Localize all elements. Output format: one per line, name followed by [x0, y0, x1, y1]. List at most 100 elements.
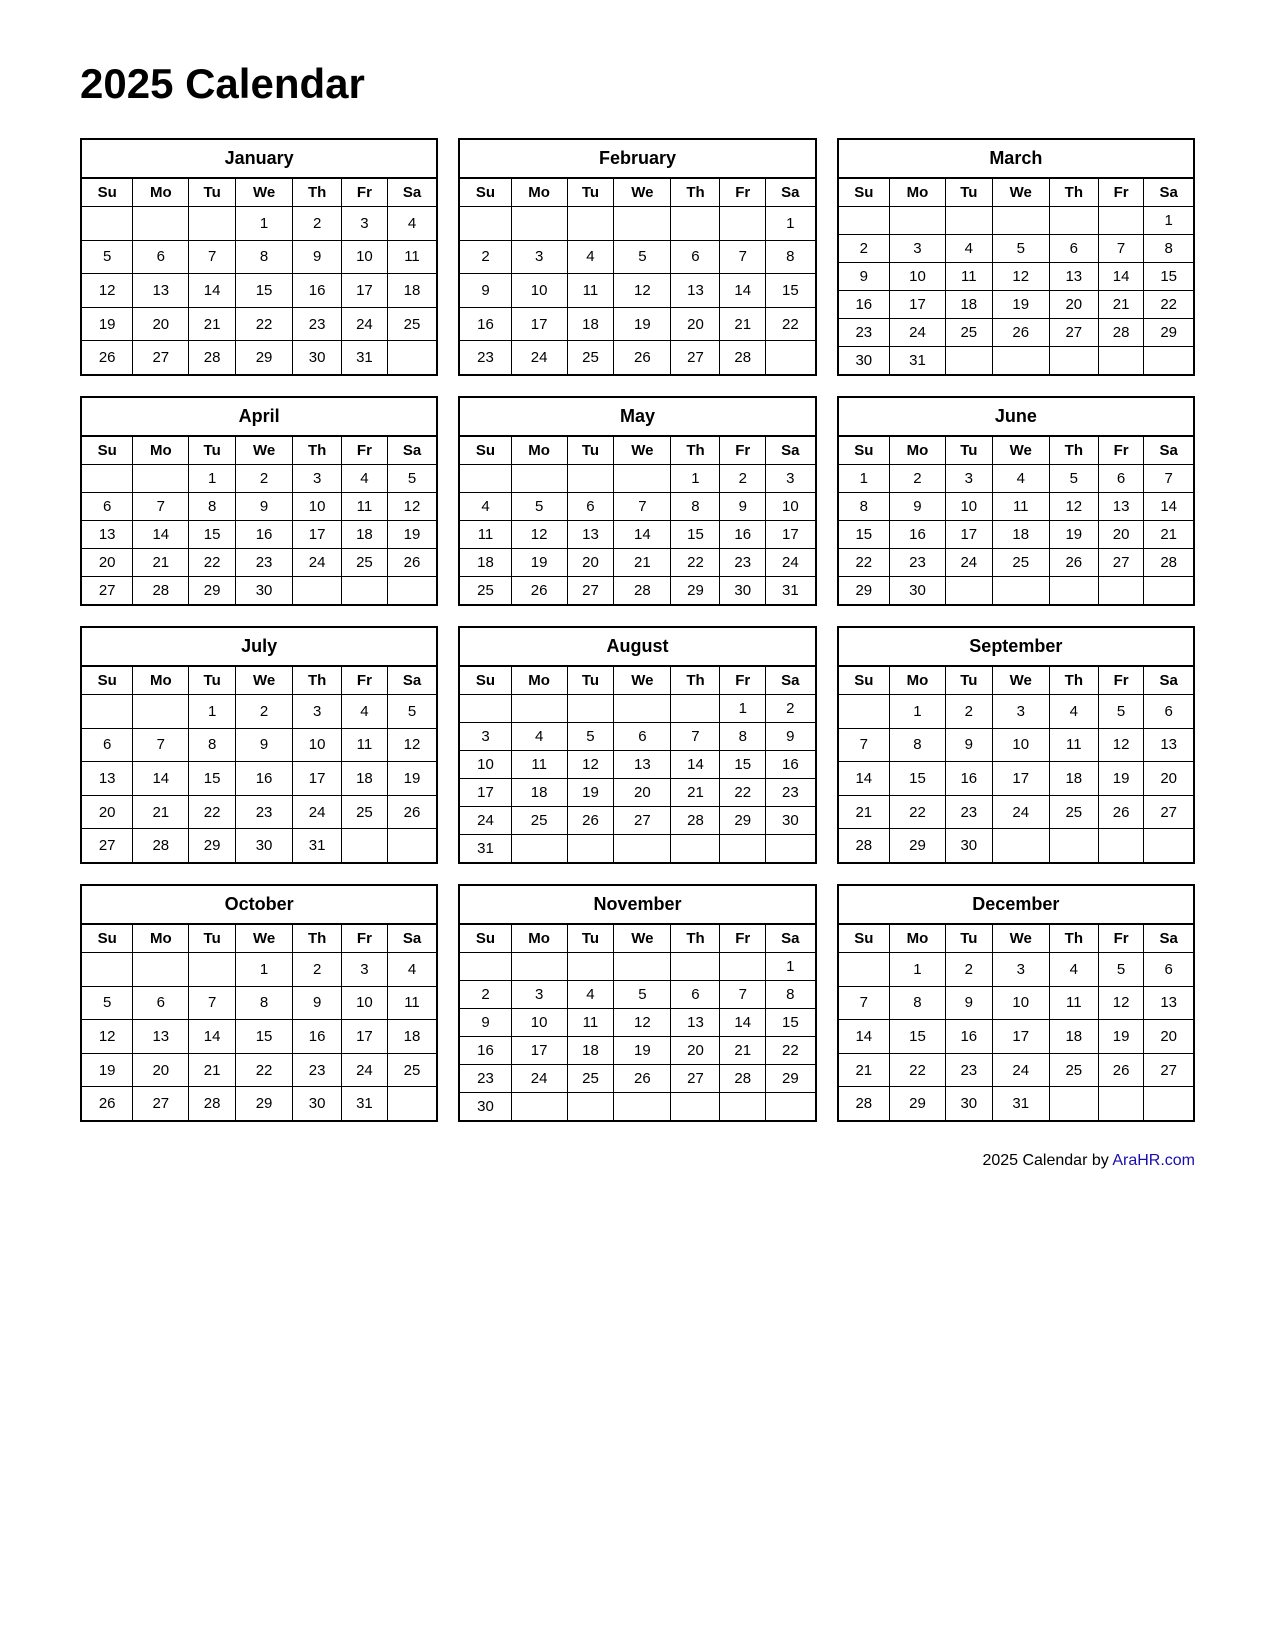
day-cell-28: 28 [1098, 319, 1144, 347]
day-cell-4: 4 [567, 981, 614, 1009]
day-header-su: Su [81, 924, 133, 953]
empty-cell [945, 207, 992, 235]
day-cell-13: 13 [133, 274, 189, 308]
day-header-tu: Tu [567, 666, 614, 695]
day-cell-13: 13 [1049, 263, 1098, 291]
day-cell-18: 18 [992, 521, 1049, 549]
day-cell-14: 14 [720, 274, 766, 308]
day-cell-9: 9 [293, 986, 342, 1020]
day-cell-14: 14 [838, 1020, 890, 1054]
day-cell-26: 26 [1049, 549, 1098, 577]
day-cell-21: 21 [189, 1053, 236, 1087]
day-header-tu: Tu [189, 436, 236, 465]
day-header-tu: Tu [189, 924, 236, 953]
day-cell-12: 12 [567, 751, 614, 779]
day-cell-3: 3 [511, 240, 567, 274]
day-cell-15: 15 [671, 521, 720, 549]
day-cell-6: 6 [567, 493, 614, 521]
empty-cell [459, 465, 511, 493]
empty-cell [838, 207, 890, 235]
day-cell-23: 23 [838, 319, 890, 347]
day-cell-9: 9 [293, 240, 342, 274]
day-header-tu: Tu [945, 178, 992, 207]
day-cell-14: 14 [614, 521, 671, 549]
day-cell-10: 10 [342, 240, 388, 274]
day-cell-4: 4 [387, 953, 437, 987]
day-cell-1: 1 [1144, 207, 1194, 235]
day-header-fr: Fr [720, 178, 766, 207]
day-cell-21: 21 [1144, 521, 1194, 549]
day-cell-18: 18 [1049, 762, 1098, 796]
day-cell-23: 23 [945, 1053, 992, 1087]
day-cell-2: 2 [838, 235, 890, 263]
day-cell-16: 16 [235, 762, 292, 796]
day-cell-14: 14 [1144, 493, 1194, 521]
empty-cell [1049, 347, 1098, 376]
empty-cell [189, 207, 236, 241]
month-calendar-november: NovemberSuMoTuWeThFrSa123456789101112131… [458, 884, 816, 1122]
day-cell-11: 11 [567, 1009, 614, 1037]
day-cell-22: 22 [838, 549, 890, 577]
day-cell-26: 26 [567, 807, 614, 835]
empty-cell [81, 695, 133, 729]
day-cell-27: 27 [614, 807, 671, 835]
day-cell-26: 26 [1098, 1053, 1144, 1087]
day-cell-18: 18 [567, 307, 614, 341]
empty-cell [1098, 347, 1144, 376]
day-cell-22: 22 [671, 549, 720, 577]
day-cell-6: 6 [671, 981, 720, 1009]
day-cell-28: 28 [614, 577, 671, 606]
day-header-su: Su [459, 436, 511, 465]
day-cell-17: 17 [459, 779, 511, 807]
day-cell-7: 7 [720, 240, 766, 274]
day-cell-15: 15 [235, 274, 292, 308]
empty-cell [1049, 829, 1098, 863]
day-cell-19: 19 [1098, 1020, 1144, 1054]
day-cell-29: 29 [235, 1087, 292, 1121]
day-cell-4: 4 [1049, 695, 1098, 729]
day-cell-7: 7 [189, 240, 236, 274]
day-cell-15: 15 [889, 762, 945, 796]
day-cell-10: 10 [992, 728, 1049, 762]
day-cell-4: 4 [1049, 953, 1098, 987]
day-cell-9: 9 [720, 493, 766, 521]
day-cell-17: 17 [511, 1037, 567, 1065]
day-cell-28: 28 [133, 577, 189, 606]
day-cell-17: 17 [342, 1020, 388, 1054]
day-cell-29: 29 [766, 1065, 816, 1093]
day-cell-2: 2 [459, 240, 511, 274]
day-header-tu: Tu [189, 666, 236, 695]
day-cell-19: 19 [81, 307, 133, 341]
day-cell-22: 22 [189, 549, 236, 577]
day-cell-10: 10 [511, 1009, 567, 1037]
empty-cell [1098, 577, 1144, 606]
day-cell-27: 27 [1144, 1053, 1194, 1087]
day-cell-5: 5 [614, 240, 671, 274]
empty-cell [1049, 207, 1098, 235]
day-cell-30: 30 [720, 577, 766, 606]
day-cell-29: 29 [671, 577, 720, 606]
day-cell-8: 8 [671, 493, 720, 521]
day-cell-20: 20 [1144, 1020, 1194, 1054]
day-cell-27: 27 [567, 577, 614, 606]
day-cell-28: 28 [838, 1087, 890, 1121]
day-header-th: Th [671, 436, 720, 465]
day-cell-7: 7 [671, 723, 720, 751]
day-cell-15: 15 [1144, 263, 1194, 291]
day-header-su: Su [459, 178, 511, 207]
day-cell-24: 24 [511, 341, 567, 375]
calendars-grid: JanuarySuMoTuWeThFrSa1234567891011121314… [80, 138, 1195, 1122]
day-header-mo: Mo [133, 924, 189, 953]
day-cell-24: 24 [293, 795, 342, 829]
day-cell-5: 5 [992, 235, 1049, 263]
footer-link[interactable]: AraHR.com [1112, 1152, 1195, 1169]
day-cell-20: 20 [1098, 521, 1144, 549]
day-cell-13: 13 [671, 1009, 720, 1037]
day-cell-14: 14 [671, 751, 720, 779]
empty-cell [511, 695, 567, 723]
day-header-th: Th [1049, 666, 1098, 695]
day-cell-25: 25 [511, 807, 567, 835]
day-header-fr: Fr [1098, 666, 1144, 695]
empty-cell [720, 207, 766, 241]
month-title-february: February [459, 139, 815, 178]
